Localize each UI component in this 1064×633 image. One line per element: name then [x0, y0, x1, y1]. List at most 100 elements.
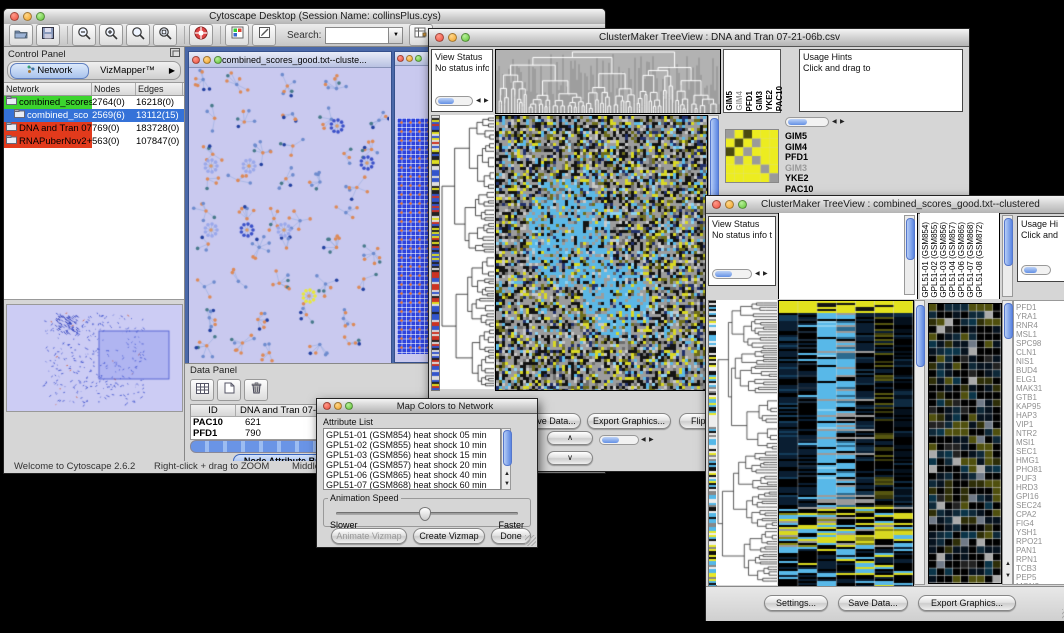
- bottom-hscrollbar-fragment[interactable]: [599, 435, 639, 445]
- scroll-down-arrow[interactable]: ▼: [504, 479, 510, 489]
- scroll-right-arrow[interactable]: ▶: [763, 269, 768, 279]
- scroll-left-arrow[interactable]: ◀: [832, 117, 837, 127]
- gene-dendrogram[interactable]: [716, 300, 777, 585]
- zoom-fit-button[interactable]: [153, 24, 177, 46]
- speed-slider-thumb[interactable]: [419, 507, 431, 521]
- gene-label[interactable]: SPC98: [1016, 339, 1064, 348]
- scroll-right-arrow[interactable]: ▶: [484, 96, 489, 106]
- zoom-button[interactable]: [345, 402, 353, 410]
- minimize-button[interactable]: [406, 55, 413, 62]
- gene-label[interactable]: NIS1: [1016, 357, 1064, 366]
- delete-attribute-button[interactable]: [244, 379, 268, 401]
- dialog-titlebar[interactable]: Map Colors to Network: [317, 399, 537, 414]
- gene-label[interactable]: CPA2: [1016, 510, 1064, 519]
- gene-label[interactable]: PHO81: [1016, 465, 1064, 474]
- network-table-row[interactable]: DNA and Tran 07 769(0) 183728(0): [4, 122, 184, 135]
- resize-grip[interactable]: [525, 535, 536, 546]
- attribute-list-vscrollbar[interactable]: ▲ ▼: [501, 428, 511, 490]
- open-session-button[interactable]: [9, 24, 33, 46]
- network-table-row[interactable]: RNAPuberNov2+ 563(0) 107847(0): [4, 135, 184, 148]
- attribute-list-item[interactable]: GPL51-04 (GSM857) heat shock 20 min: [326, 460, 498, 470]
- scroll-up-arrow[interactable]: ▲: [1005, 559, 1011, 569]
- gene-list-vscrollbar[interactable]: ▲ ▼: [1002, 300, 1013, 585]
- network-overview-thumbnail[interactable]: [6, 304, 183, 412]
- close-button[interactable]: [435, 33, 444, 42]
- step-up-button[interactable]: ∧: [547, 431, 593, 445]
- column-labels-strip[interactable]: GPL51-01 (GSM854)GPL51-02 (GSM855)GPL51-…: [920, 213, 1000, 299]
- create-attribute-button[interactable]: [217, 379, 241, 401]
- float-panel-icon[interactable]: [170, 48, 180, 60]
- save-session-button[interactable]: [36, 24, 60, 46]
- zoom-selected-button[interactable]: [126, 24, 150, 46]
- heatmap-zoom-view[interactable]: [928, 303, 1002, 584]
- view-status-hscrollbar[interactable]: [712, 269, 752, 279]
- search-dropdown-arrow[interactable]: ▼: [388, 28, 402, 43]
- zoom-button[interactable]: [415, 55, 422, 62]
- attribute-list-item[interactable]: GPL51-02 (GSM855) heat shock 10 min: [326, 440, 498, 450]
- heatmap-global-view[interactable]: [495, 115, 708, 391]
- minimize-button[interactable]: [334, 402, 342, 410]
- gene-label[interactable]: PEP5: [1016, 573, 1064, 582]
- heatmap-vscrollbar[interactable]: [914, 300, 925, 585]
- zoom-in-button[interactable]: [99, 24, 123, 46]
- treeview-combined-titlebar[interactable]: ClusterMaker TreeView : combined_scores_…: [706, 196, 1064, 214]
- gene-label[interactable]: MAK31: [1016, 384, 1064, 393]
- network-table-row[interactable]: combined_scores 2764(0) 16218(0): [4, 96, 184, 109]
- gene-label[interactable]: RNR4: [1016, 321, 1064, 330]
- column-dendrogram-area[interactable]: [778, 213, 918, 299]
- gene-label[interactable]: MSI1: [1016, 438, 1064, 447]
- settings-button[interactable]: Settings...: [764, 595, 828, 611]
- scroll-right-arrow[interactable]: ▶: [649, 435, 654, 445]
- gene-label[interactable]: TCB3: [1016, 564, 1064, 573]
- minimize-button[interactable]: [725, 200, 734, 209]
- scroll-up-arrow[interactable]: ▲: [504, 469, 510, 479]
- gene-label[interactable]: HMG1: [1016, 456, 1064, 465]
- gene-label[interactable]: VIP1: [1016, 420, 1064, 429]
- gene-dendrogram[interactable]: [440, 115, 494, 389]
- minimize-button[interactable]: [448, 33, 457, 42]
- export-graphics-button[interactable]: Export Graphics...: [587, 413, 671, 429]
- gene-label[interactable]: SEC1: [1016, 447, 1064, 456]
- tab-overflow-arrow[interactable]: ▶: [166, 66, 178, 75]
- gene-label[interactable]: SEC24: [1016, 501, 1064, 510]
- tab-vizmapper[interactable]: VizMapper™: [89, 64, 166, 78]
- gene-label[interactable]: GIM3: [785, 163, 847, 174]
- gene-label[interactable]: CLN1: [1016, 348, 1064, 357]
- treeview-dna-titlebar[interactable]: ClusterMaker TreeView : DNA and Tran 07-…: [429, 29, 969, 47]
- gene-label[interactable]: PAN1: [1016, 546, 1064, 555]
- vizmapper-button[interactable]: [225, 24, 249, 46]
- gene-label[interactable]: HAP3: [1016, 411, 1064, 420]
- gene-label[interactable]: GIM5: [785, 131, 847, 142]
- step-down-button[interactable]: ∨: [547, 451, 593, 465]
- gene-list-hscrollbar[interactable]: [785, 117, 829, 127]
- attribute-list-item[interactable]: GPL51-06 (GSM865) heat shock 40 min: [326, 470, 498, 480]
- minimize-button[interactable]: [203, 56, 211, 64]
- close-button[interactable]: [397, 55, 404, 62]
- zoom-out-button[interactable]: [72, 24, 96, 46]
- gene-label[interactable]: ELG1: [1016, 375, 1064, 384]
- tab-network[interactable]: Network: [10, 63, 89, 79]
- scroll-left-arrow[interactable]: ◀: [476, 96, 481, 106]
- help-button[interactable]: [189, 24, 213, 46]
- minimize-button[interactable]: [23, 12, 32, 21]
- attribute-list-item[interactable]: GPL51-03 (GSM856) heat shock 15 min: [326, 450, 498, 460]
- gene-label[interactable]: PAC10: [785, 184, 847, 195]
- close-button[interactable]: [192, 56, 200, 64]
- column-tree-vscrollbar[interactable]: [904, 215, 915, 295]
- scroll-left-arrow[interactable]: ◀: [641, 435, 646, 445]
- zoom-button[interactable]: [738, 200, 747, 209]
- gene-label[interactable]: FIG4: [1016, 519, 1064, 528]
- close-button[interactable]: [712, 200, 721, 209]
- close-button[interactable]: [10, 12, 19, 21]
- gene-label-list[interactable]: PFD1YRA1RNR4MSL1SPC98CLN1NIS1BUD4ELG1MAK…: [1014, 301, 1064, 585]
- gene-label[interactable]: YKE2: [785, 173, 847, 184]
- attribute-list[interactable]: GPL51-01 (GSM854) heat shock 05 minGPL51…: [323, 428, 501, 490]
- labels-vscrollbar[interactable]: [1002, 215, 1013, 297]
- gene-label[interactable]: HRD3: [1016, 483, 1064, 492]
- gene-label[interactable]: PFD1: [1016, 303, 1064, 312]
- network-table-row[interactable]: combined_sco 2569(6) 13112(15): [4, 109, 184, 122]
- gene-label[interactable]: MSL1: [1016, 330, 1064, 339]
- usage-hints-hscrollbar[interactable]: [1021, 265, 1051, 275]
- gene-label[interactable]: RPN1: [1016, 555, 1064, 564]
- gene-label[interactable]: YRA1: [1016, 312, 1064, 321]
